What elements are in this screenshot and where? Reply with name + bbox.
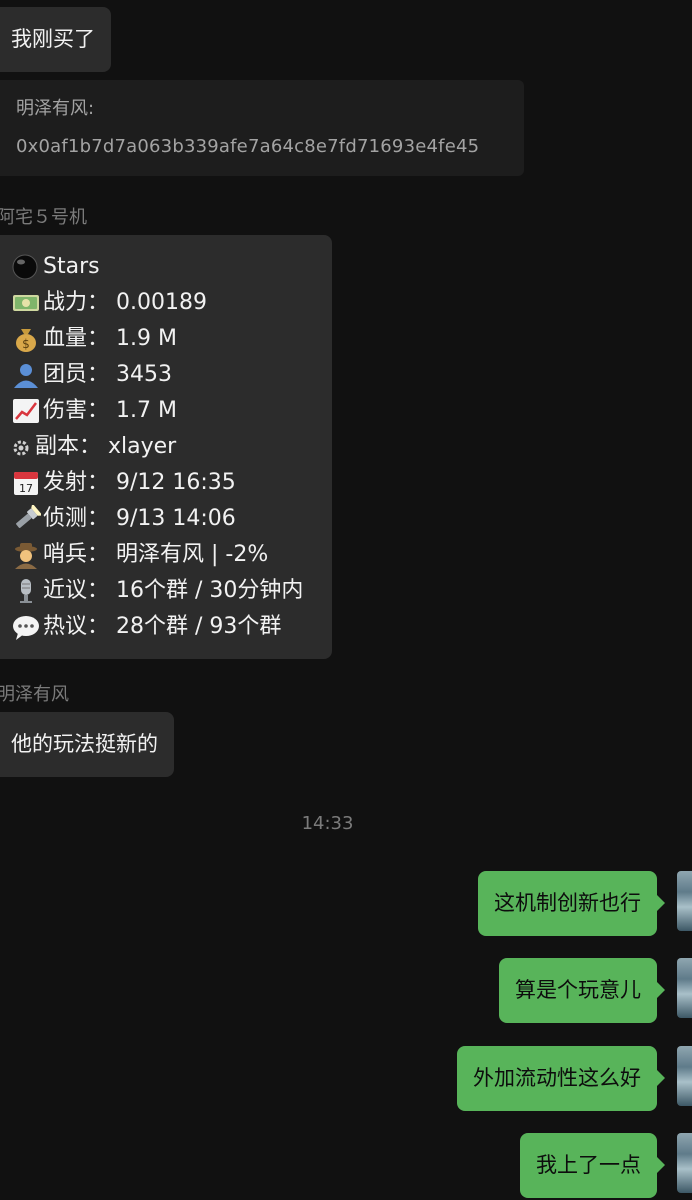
message-text: 我刚买了 — [11, 27, 95, 51]
outgoing-message[interactable]: 我上了一点 — [520, 1133, 665, 1198]
incoming-message[interactable]: 我刚买了 — [0, 7, 111, 72]
avatar[interactable] — [677, 1046, 692, 1106]
gear-icon — [11, 433, 33, 461]
money-bag-icon: $ — [11, 325, 41, 353]
message-text: 算是个玩意儿 — [515, 978, 641, 1002]
message-text: 外加流动性这么好 — [473, 1066, 641, 1090]
info-row-sentinel: 哨兵： 明泽有风 | -2% — [11, 537, 332, 573]
info-row-damage: 伤害： 1.7 M — [11, 393, 332, 429]
info-row-stars: Stars — [11, 249, 332, 285]
person-silhouette-icon — [11, 361, 41, 389]
info-row-members: 团员： 3453 — [11, 357, 332, 393]
info-row-instance: 副本： xlayer — [11, 429, 332, 465]
speech-bubble-icon — [11, 613, 41, 641]
detective-icon — [11, 541, 41, 569]
flashlight-icon — [11, 503, 43, 533]
token-info-card[interactable]: Stars 战力： 0.00189 $ 血量： 1.9 M 团员： 3453 伤… — [0, 235, 332, 659]
outgoing-message[interactable]: 外加流动性这么好 — [457, 1046, 665, 1111]
money-bills-icon — [11, 289, 41, 317]
outgoing-message[interactable]: 这机制创新也行 — [478, 871, 665, 936]
quote-text: 0x0af1b7d7a063b339afe7a64c8e7fd71693e4fe… — [16, 136, 480, 157]
timestamp: 14:33 — [301, 813, 354, 834]
svg-text:$: $ — [22, 337, 30, 351]
avatar[interactable] — [677, 958, 692, 1018]
sender-name: 明泽有风 — [0, 684, 69, 705]
outgoing-message[interactable]: 算是个玩意儿 — [499, 958, 665, 1023]
avatar[interactable] — [677, 871, 692, 931]
sender-name: 阿宅５号机 — [0, 207, 87, 228]
chart-up-icon — [11, 397, 41, 425]
message-text: 他的玩法挺新的 — [11, 732, 158, 756]
quote-author: 明泽有风: — [16, 98, 95, 119]
message-text: 这机制创新也行 — [494, 891, 641, 915]
info-row-recent-discussion: 近议： 16个群 / 30分钟内 — [11, 573, 332, 609]
info-row-power: 战力： 0.00189 — [11, 285, 332, 321]
info-row-hot-discussion: 热议： 28个群 / 93个群 — [11, 609, 332, 645]
chat-view: 我刚买了 明泽有风: 0x0af1b7d7a063b339afe7a64c8e7… — [0, 0, 692, 1200]
black-circle-icon — [11, 253, 41, 281]
svg-text:17: 17 — [19, 482, 33, 495]
message-text: 我上了一点 — [536, 1153, 641, 1177]
microphone-icon — [11, 577, 41, 605]
incoming-message[interactable]: 他的玩法挺新的 — [0, 712, 174, 777]
info-row-hp: $ 血量： 1.9 M — [11, 321, 332, 357]
info-row-detect: 侦测： 9/13 14:06 — [11, 501, 332, 537]
quoted-message[interactable]: 明泽有风: 0x0af1b7d7a063b339afe7a64c8e7fd716… — [0, 80, 524, 176]
avatar[interactable] — [677, 1133, 692, 1193]
calendar-icon: 17 — [11, 469, 41, 497]
info-row-launch: 17 发射： 9/12 16:35 — [11, 465, 332, 501]
